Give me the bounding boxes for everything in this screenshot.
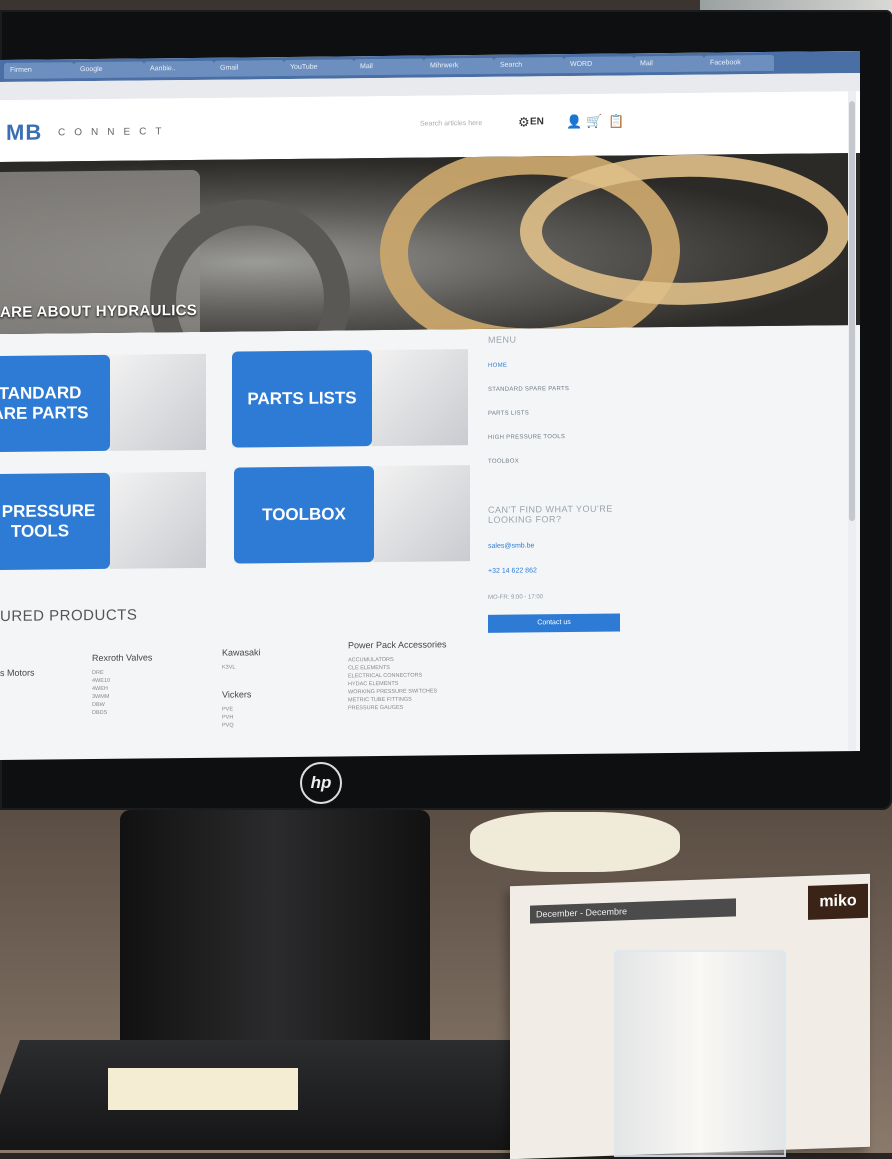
language-selector[interactable]: EN [530,116,544,127]
sticky-notepad [108,1068,298,1110]
sidebar-phone[interactable]: +32 14 622 862 [488,566,638,575]
browser-tab[interactable]: Mail [634,55,704,73]
tile-image [110,353,206,451]
column-header[interactable]: Rexroth Valves [92,652,152,663]
hp-logo: hp [300,762,342,804]
tile-label: PARTS LISTS [232,350,372,448]
browser-tab[interactable]: Aanbie.. [144,60,214,78]
browser-tab[interactable]: Mail [354,58,424,76]
monitor-screen: Firmen Google Aanbie.. Gmail YouTube Mail Mihr… [0,50,860,760]
tile-image [110,471,206,569]
tile-label: TANDARD ARE PARTS [0,354,110,453]
quote-icon[interactable]: 📋 [608,113,624,129]
list-item[interactable]: DBDS [92,708,152,717]
browser-tab[interactable]: Google [74,61,144,79]
site-logo[interactable]: MB [6,120,42,146]
calendar-header: December - Decembre [530,898,736,924]
globe-icon[interactable]: ⚙ [518,114,530,130]
scrollbar-thumb[interactable] [849,101,855,522]
browser-tab[interactable]: WORD [564,56,634,74]
miko-logo: miko [808,883,868,920]
tile-image [374,465,470,563]
contact-us-button[interactable]: Contact us [488,613,620,633]
sidebar-email[interactable]: sales@smb.be [488,541,638,549]
tile-label: TOOLBOX [234,466,374,564]
water-glass [614,950,786,1157]
column-header[interactable]: Kawasaki [222,647,261,657]
sidebar-hours: MO-FR: 9:00 - 17:00 [488,594,544,601]
sidebar-item-standard-spare-parts[interactable]: STANDARD SPARE PARTS [488,385,638,393]
column-rexroth-valves: Rexroth Valves DRE 4WE10 4WEH 3WMM DBW D… [92,652,152,717]
browser-tab[interactable]: Facebook [704,54,774,72]
column-kawasaki: Kawasaki K3VL Vickers PVE PVH PVQ [222,647,261,729]
hero-banner: ARE ABOUT HYDRAULICS [0,152,860,334]
tile-toolbox[interactable]: TOOLBOX [234,465,470,564]
column-header[interactable]: Power Pack Accessories [348,639,447,650]
sidebar-item-parts-lists[interactable]: PARTS LISTS [488,409,638,416]
featured-products-title: URED PRODUCTS [0,606,138,625]
browser-tab[interactable]: YouTube [284,59,354,77]
column-power-pack-accessories: Power Pack Accessories ACCUMULATORS CLE … [348,639,447,712]
browser-tab[interactable]: Firmen [4,62,74,79]
cart-icon[interactable]: 🛒 [586,114,602,130]
column-motors: s Motors [0,654,35,684]
hero-tagline: ARE ABOUT HYDRAULICS [0,301,198,321]
tile-parts-lists[interactable]: PARTS LISTS [232,349,468,448]
sidebar-item-high-pressure-tools[interactable]: HIGH PRESSURE TOOLS [488,433,638,441]
column-header[interactable]: s Motors [0,668,35,678]
tile-standard-spare-parts[interactable]: TANDARD ARE PARTS [0,353,206,453]
browser-tab[interactable]: Search [494,57,564,74]
sidebar-item-home[interactable]: HOME [488,361,638,369]
cloth-bag [470,812,680,872]
sidebar-menu: MENU HOME STANDARD SPARE PARTS PARTS LIS… [488,333,638,760]
sidebar-heading: MENU [488,334,517,345]
browser-tab[interactable]: Mihrwerk [424,57,494,75]
tile-label: H PRESSURE TOOLS [0,472,110,571]
list-item[interactable]: PVQ [222,721,261,729]
column-header[interactable]: Vickers [222,689,261,699]
sidebar-cant-find: CAN'T FIND WHAT YOU'RE LOOKING FOR? [488,503,613,525]
list-item[interactable]: PRESSURE GAUGES [348,703,447,712]
search-input[interactable]: Search articles here [420,120,482,128]
browser-tab[interactable]: Gmail [214,60,284,77]
hero-brass-ring-2 [520,153,850,307]
tile-high-pressure-tools[interactable]: H PRESSURE TOOLS [0,471,206,571]
tile-image [372,349,468,447]
list-item[interactable]: K3VL [222,663,261,671]
site-header: MB CONNECT Search articles here EN ⚙ 👤 🛒… [0,90,860,163]
site-logo-text: CONNECT [58,126,171,139]
sidebar-item-toolbox[interactable]: TOOLBOX [488,457,638,465]
user-icon[interactable]: 👤 [566,114,582,130]
